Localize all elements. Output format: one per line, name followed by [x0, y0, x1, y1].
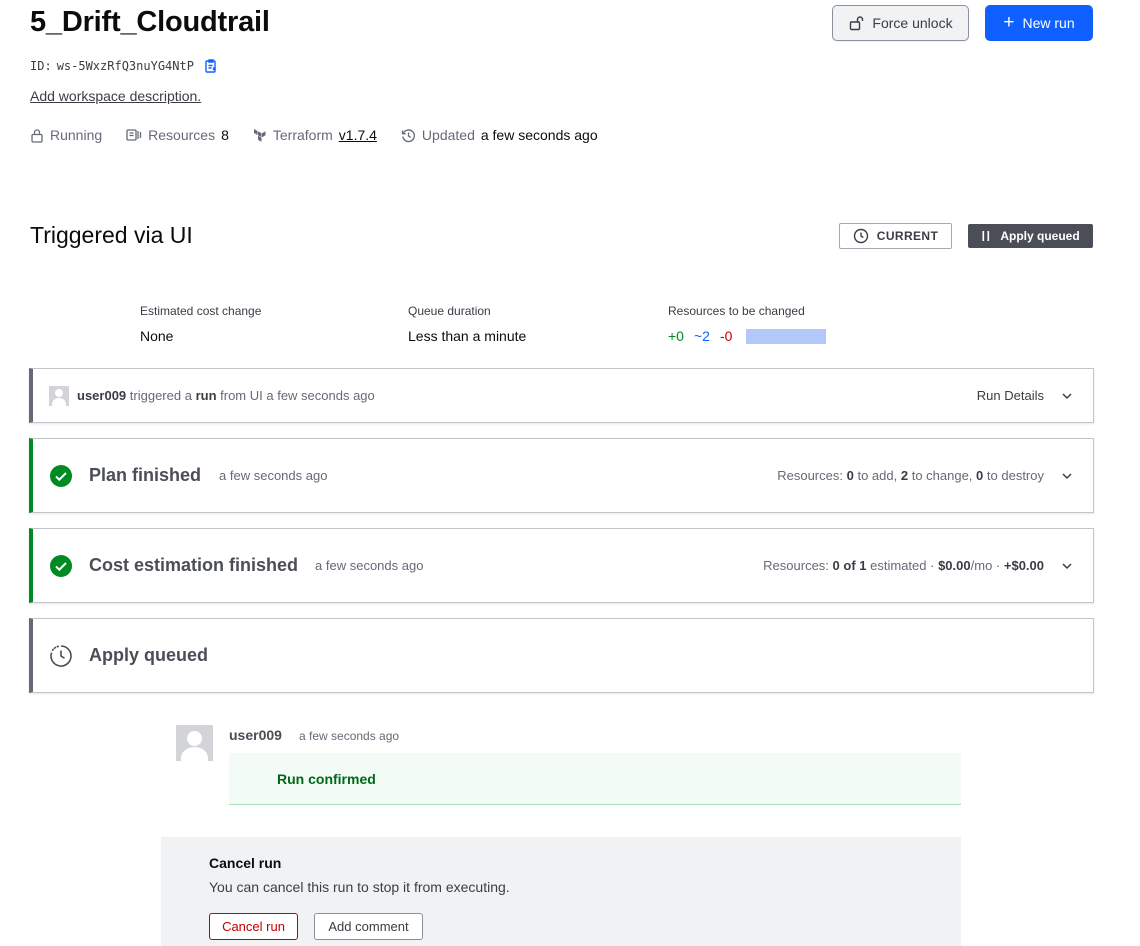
- new-run-button[interactable]: + New run: [985, 5, 1093, 41]
- cost-delta: +$0.00: [1003, 558, 1044, 573]
- apply-queued-badge-label: Apply queued: [1000, 229, 1080, 243]
- workspace-id-value: ws-5WxzRfQ3nuYG4NtP: [56, 59, 194, 73]
- cost-res-label: Resources:: [763, 558, 829, 573]
- copy-icon[interactable]: [203, 58, 219, 74]
- apply-queued-card: Apply queued: [29, 618, 1094, 693]
- resources-icon: [126, 129, 142, 141]
- add-comment-button[interactable]: Add comment: [314, 913, 423, 940]
- resources-label: Resources: [148, 127, 216, 143]
- trigger-user: user009: [77, 388, 127, 403]
- trigger-run-word: run: [195, 388, 217, 403]
- cancel-run-description: You can cancel this run to stop it from …: [209, 879, 510, 895]
- chevron-down-icon[interactable]: [1061, 560, 1073, 572]
- cancel-run-button[interactable]: Cancel run: [209, 913, 298, 940]
- trigger-text: user009 triggered a run from UI a few se…: [77, 388, 375, 403]
- resources-count: 8: [221, 127, 229, 143]
- resources-changed-label: Resources to be changed: [668, 304, 805, 318]
- clock-icon: [853, 228, 868, 244]
- terraform-label: Terraform: [272, 127, 333, 143]
- unlock-icon: [850, 16, 864, 31]
- cost-estimation-title: Cost estimation finished: [89, 555, 299, 575]
- plan-finished-time: a few seconds ago: [219, 468, 328, 483]
- plan-add-text: to add,: [857, 468, 898, 483]
- terraform-icon: [253, 128, 266, 142]
- plan-finished-title: Plan finished: [89, 465, 202, 485]
- plan-res-label: Resources:: [777, 468, 843, 483]
- apply-queued-title: Apply queued: [89, 645, 209, 665]
- cost-change-value: None: [140, 328, 174, 344]
- apply-queued-badge: Apply queued: [968, 224, 1093, 248]
- terraform-version-link[interactable]: v1.7.4: [339, 127, 377, 143]
- comment-user: user009: [229, 727, 282, 743]
- chevron-down-icon[interactable]: [1061, 470, 1073, 482]
- workspace-id: ID: ws-5WxzRfQ3nuYG4NtP: [30, 58, 219, 74]
- queue-duration-label: Queue duration: [408, 304, 491, 318]
- history-icon: [401, 128, 415, 142]
- plan-resources-summary: Resources: 0 to add, 2 to change, 0 to d…: [777, 468, 1044, 483]
- add-description-link[interactable]: Add workspace description.: [30, 88, 201, 104]
- cost-monthly: $0.00: [938, 558, 971, 573]
- add-comment-button-label: Add comment: [328, 919, 409, 934]
- cost-change-label: Estimated cost change: [140, 304, 262, 318]
- plus-icon: +: [1003, 11, 1015, 33]
- current-badge-label: CURRENT: [876, 229, 939, 243]
- check-circle-icon: [50, 554, 72, 577]
- avatar: [176, 725, 213, 761]
- updated-meta: Updated a few seconds ago: [401, 127, 598, 143]
- plan-destroy-text: to destroy: [986, 468, 1044, 483]
- resources-meta: Resources 8: [126, 127, 229, 143]
- plan-change-count: 2: [900, 468, 909, 483]
- cost-estimation-card[interactable]: Cost estimation finished a few seconds a…: [29, 528, 1094, 603]
- run-title: Triggered via UI: [30, 222, 193, 248]
- new-run-label: New run: [1022, 15, 1075, 31]
- workspace-meta: Running Resources 8 Terraform v1.7.4 Upd…: [30, 127, 622, 143]
- force-unlock-label: Force unlock: [872, 15, 953, 31]
- clock-dashed-icon: [50, 644, 72, 667]
- check-circle-icon: [50, 464, 72, 487]
- force-unlock-button[interactable]: Force unlock: [832, 5, 969, 41]
- resources-destroy-count: -0: [719, 328, 733, 344]
- run-details-link[interactable]: Run Details: [977, 388, 1044, 403]
- cancel-run-title: Cancel run: [209, 855, 282, 871]
- resources-changed: +0 ~2 -0: [668, 328, 827, 344]
- current-badge: CURRENT: [839, 223, 952, 249]
- resources-add-count: +0: [668, 328, 684, 344]
- status-running: Running: [30, 127, 102, 143]
- cancel-run-panel: Cancel run You can cancel this run to st…: [161, 837, 961, 946]
- plan-change-text: to change,: [911, 468, 973, 483]
- resources-change-bar: [746, 328, 827, 344]
- run-trigger-card[interactable]: user009 triggered a run from UI a few se…: [29, 368, 1094, 423]
- trigger-text-2: from UI a few seconds ago: [220, 388, 375, 403]
- cancel-run-button-label: Cancel run: [222, 919, 285, 934]
- avatar: [49, 385, 69, 406]
- comment-time: a few seconds ago: [299, 729, 400, 743]
- status-label: Running: [50, 127, 103, 143]
- pause-icon: [982, 231, 990, 241]
- cost-estimated-count: 0 of 1: [832, 558, 867, 573]
- lock-icon: [31, 128, 43, 143]
- plan-finished-card[interactable]: Plan finished a few seconds ago Resource…: [29, 438, 1094, 513]
- updated-label: Updated: [421, 127, 475, 143]
- plan-destroy-count: 0: [976, 468, 984, 483]
- trigger-text-1: triggered a: [129, 388, 192, 403]
- workspace-title: 5_Drift_Cloudtrail: [30, 6, 270, 38]
- updated-value: a few seconds ago: [480, 127, 598, 143]
- cost-estimation-time: a few seconds ago: [315, 558, 424, 573]
- queue-duration-value: Less than a minute: [408, 328, 527, 344]
- cost-monthly-suffix: /mo ·: [970, 558, 1001, 573]
- chevron-down-icon[interactable]: [1061, 390, 1073, 402]
- cost-summary: Resources: 0 of 1 estimated · $0.00/mo ·…: [763, 558, 1044, 573]
- comment-box: Run confirmed: [229, 753, 961, 805]
- cost-estimated-text: estimated ·: [870, 558, 935, 573]
- resources-change-count: ~2: [693, 328, 710, 344]
- plan-add-count: 0: [846, 468, 854, 483]
- workspace-id-label: ID:: [30, 59, 52, 73]
- terraform-meta: Terraform v1.7.4: [253, 127, 377, 143]
- comment-text: Run confirmed: [277, 771, 376, 787]
